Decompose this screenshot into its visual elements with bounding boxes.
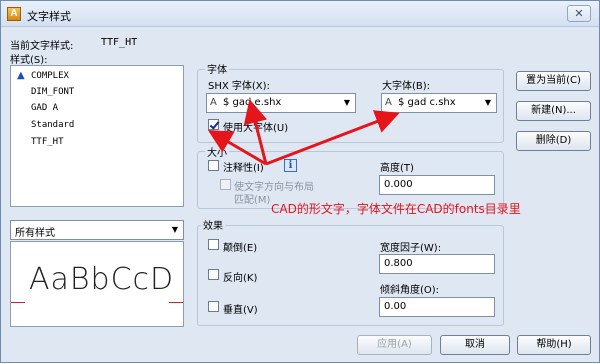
- annotation-arrows: [207, 99, 400, 166]
- annotation-text: CAD的形文字，字体文件在CAD的fonts目录里: [271, 202, 521, 216]
- text-style-dialog: A 文字样式 ✕ 当前文字样式: TTF_HT 样式(S): ▲ COMPLEX…: [0, 0, 600, 363]
- annotation-arrow-bigfont: [265, 110, 400, 166]
